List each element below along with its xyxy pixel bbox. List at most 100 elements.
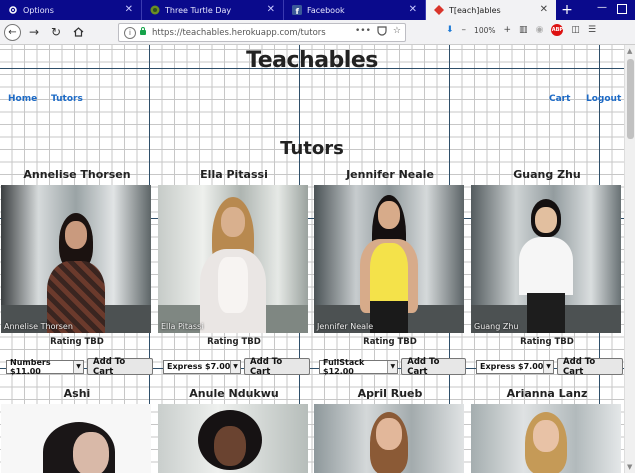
tutor-face	[378, 201, 400, 229]
info-icon[interactable]: i	[124, 26, 136, 39]
tutor-controls: FullStack $12.00 ▼ Add To Cart	[319, 357, 466, 377]
nav-cart-link[interactable]: Cart	[549, 94, 570, 104]
nav-logout-link[interactable]: Logout	[586, 94, 621, 104]
facebook-icon: f	[292, 5, 302, 15]
minimize-icon[interactable]: —	[597, 2, 607, 13]
tutor-name: Arianna Lanz	[506, 387, 588, 400]
tab-label: Three Turtle Day	[165, 5, 232, 15]
tutor-controls: Express $7.00 ▼ Add To Cart	[163, 357, 310, 377]
tab-teachables[interactable]: T[each]ables ✕	[426, 0, 556, 20]
tutor-controls: Express $7.00 ▼ Add To Cart	[476, 357, 623, 377]
tutor-card: Ashi	[1, 387, 153, 473]
tutor-rating: Rating TBD	[363, 337, 417, 347]
zoom-in-button[interactable]: +	[504, 25, 512, 35]
url-text[interactable]: https://teachables.herokuapp.com/tutors	[152, 28, 326, 38]
maximize-icon[interactable]	[617, 4, 627, 14]
menu-icon[interactable]: ☰	[588, 25, 596, 35]
tutor-face	[376, 418, 402, 450]
tutor-figure	[196, 197, 270, 333]
package-selected-value: Express $7.00	[167, 362, 231, 371]
star-icon[interactable]: ☆	[393, 26, 401, 36]
home-button[interactable]	[69, 23, 87, 41]
tutor-rating: Rating TBD	[50, 337, 104, 347]
tutor-photo[interactable]: Annelise Thorsen	[1, 185, 151, 333]
gear-icon	[9, 6, 17, 14]
turtle-icon	[150, 5, 160, 15]
tab-facebook[interactable]: f Facebook ✕	[284, 0, 426, 20]
tutor-photo[interactable]	[471, 404, 621, 473]
zoom-level[interactable]: 100%	[474, 26, 495, 35]
package-selected-value: FullStack $12.00	[323, 357, 365, 376]
package-select[interactable]: Numbers $11.00 ▼	[6, 358, 85, 376]
tutor-name: Jennifer Neale	[346, 168, 434, 181]
lock-icon	[140, 27, 146, 35]
add-to-cart-button[interactable]: Add To Cart	[557, 357, 623, 377]
close-icon[interactable]: ✕	[125, 4, 133, 15]
tutor-photo[interactable]: Jennifer Neale	[314, 185, 464, 333]
scroll-thumb[interactable]	[627, 59, 634, 139]
tab-label: T[each]ables	[449, 5, 501, 15]
tutor-photo[interactable]: Guang Zhu	[471, 185, 621, 333]
library-icon[interactable]: ▥	[519, 25, 528, 35]
package-select[interactable]: Express $7.00 ▼	[476, 359, 555, 374]
home-icon	[73, 27, 83, 37]
tutor-top	[218, 257, 248, 313]
page-scrollbar[interactable]: ▲ ▼	[624, 45, 635, 473]
add-to-cart-button[interactable]: Add To Cart	[244, 357, 310, 377]
new-tab-button[interactable]: +	[556, 0, 578, 20]
chevron-down-icon: ▼	[230, 360, 241, 373]
close-icon[interactable]: ✕	[409, 4, 417, 15]
download-icon[interactable]: ⬇	[446, 25, 454, 35]
tab-three-turtle-day[interactable]: Three Turtle Day ✕	[142, 0, 284, 20]
package-selected-value: Express $7.00	[480, 362, 544, 371]
tutor-face	[65, 221, 87, 249]
add-to-cart-button[interactable]: Add To Cart	[401, 357, 466, 377]
sync-icon[interactable]: ◉	[536, 25, 544, 35]
close-icon[interactable]: ✕	[540, 4, 548, 15]
forward-button[interactable]: →	[25, 23, 43, 41]
pocket-icon[interactable]	[377, 26, 387, 36]
photo-caption: Guang Zhu	[474, 322, 519, 331]
reload-button[interactable]: ↻	[47, 23, 65, 41]
reload-icon: ↻	[50, 25, 62, 39]
back-button[interactable]: ←	[4, 23, 21, 41]
close-icon[interactable]: ✕	[267, 4, 275, 15]
svg-text:f: f	[296, 7, 300, 15]
photo-caption: Ella Pitassi	[161, 322, 204, 331]
page-viewport: Teachables Home Tutors Cart Logout Tutor…	[0, 45, 624, 473]
teachables-icon	[434, 5, 444, 15]
zoom-out-button[interactable]: –	[462, 25, 467, 35]
tutor-name: Annelise Thorsen	[23, 168, 131, 181]
tutor-skirt	[370, 301, 408, 333]
tab-options[interactable]: Options ✕	[0, 0, 142, 20]
tutor-name: Ella Pitassi	[200, 168, 268, 181]
tutor-card: April Rueb	[314, 387, 466, 473]
tutor-photo[interactable]	[1, 404, 151, 473]
more-icon[interactable]: •••	[355, 26, 371, 36]
sidebar-icon[interactable]: ◫	[571, 25, 580, 35]
adblock-icon[interactable]: ABP	[551, 24, 564, 36]
tutor-name: Guang Zhu	[513, 168, 581, 181]
tutor-photo[interactable]	[314, 404, 464, 473]
forward-arrow-icon: →	[28, 25, 40, 39]
tutor-card: Anule Ndukwu	[158, 387, 310, 473]
package-select[interactable]: FullStack $12.00 ▼	[319, 357, 399, 376]
site-title: Teachables	[246, 48, 378, 73]
tutor-photo[interactable]: Ella Pitassi	[158, 185, 308, 333]
photo-caption: Annelise Thorsen	[4, 322, 73, 331]
package-select[interactable]: Express $7.00 ▼	[163, 359, 242, 374]
tutor-photo[interactable]	[158, 404, 308, 473]
chevron-down-icon: ▼	[543, 360, 554, 373]
browser-tab-bar: Options ✕ Three Turtle Day ✕ f Facebook …	[0, 0, 635, 20]
nav-home-link[interactable]: Home	[8, 94, 37, 104]
add-to-cart-button[interactable]: Add To Cart	[87, 357, 153, 377]
scroll-down-icon[interactable]: ▼	[627, 463, 632, 471]
nav-tutors-link[interactable]: Tutors	[51, 94, 83, 104]
tutor-name: April Rueb	[357, 387, 423, 400]
tutor-face	[535, 207, 557, 233]
tab-label: Options	[23, 5, 54, 15]
url-bar[interactable]: i https://teachables.herokuapp.com/tutor…	[118, 23, 406, 42]
scroll-up-icon[interactable]: ▲	[627, 47, 632, 55]
back-arrow-icon: ←	[8, 26, 17, 38]
tutor-face	[214, 426, 246, 466]
